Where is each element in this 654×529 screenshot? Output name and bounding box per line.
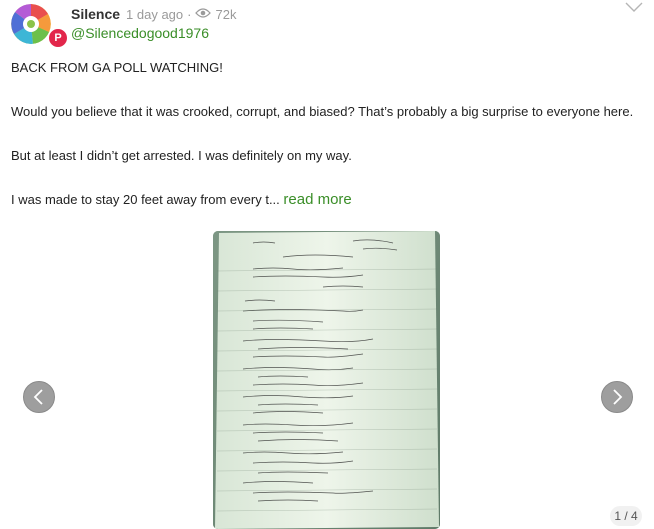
chevron-right-icon (602, 389, 632, 416)
parler-badge: P (48, 28, 68, 48)
avatar[interactable] (11, 4, 51, 44)
post-time: 1 day ago (126, 6, 184, 22)
meta-separator: · (187, 6, 192, 22)
author-avatar-group[interactable]: P (11, 4, 69, 48)
read-more-link[interactable]: read more (283, 191, 351, 208)
post-meta: 1 day ago · 72k (126, 7, 236, 22)
view-count: 72k (215, 6, 237, 22)
chevron-left-icon (24, 389, 54, 416)
eye-icon (195, 7, 212, 22)
author-handle[interactable]: @Silencedogood1976 (71, 25, 209, 41)
post-image[interactable] (213, 231, 440, 529)
carousel-next-button[interactable] (601, 381, 633, 413)
author-name[interactable]: Silence (71, 6, 120, 22)
post-header: Silence 1 day ago · 72k (71, 4, 236, 24)
post-paragraph: I was made to stay 20 feet away from eve… (11, 192, 280, 207)
chevron-down-icon[interactable] (624, 0, 644, 14)
post-paragraph: BACK FROM GA POLL WATCHING! (11, 60, 223, 75)
post-paragraph: Would you believe that it was crooked, c… (11, 104, 634, 119)
carousel-prev-button[interactable] (23, 381, 55, 413)
carousel-counter: 1 / 4 (610, 506, 642, 526)
post-paragraph-truncated: I was made to stay 20 feet away from eve… (11, 189, 641, 211)
post-body: BACK FROM GA POLL WATCHING! Would you be… (11, 57, 641, 211)
post-paragraph: But at least I didn’t get arrested. I wa… (11, 148, 352, 163)
